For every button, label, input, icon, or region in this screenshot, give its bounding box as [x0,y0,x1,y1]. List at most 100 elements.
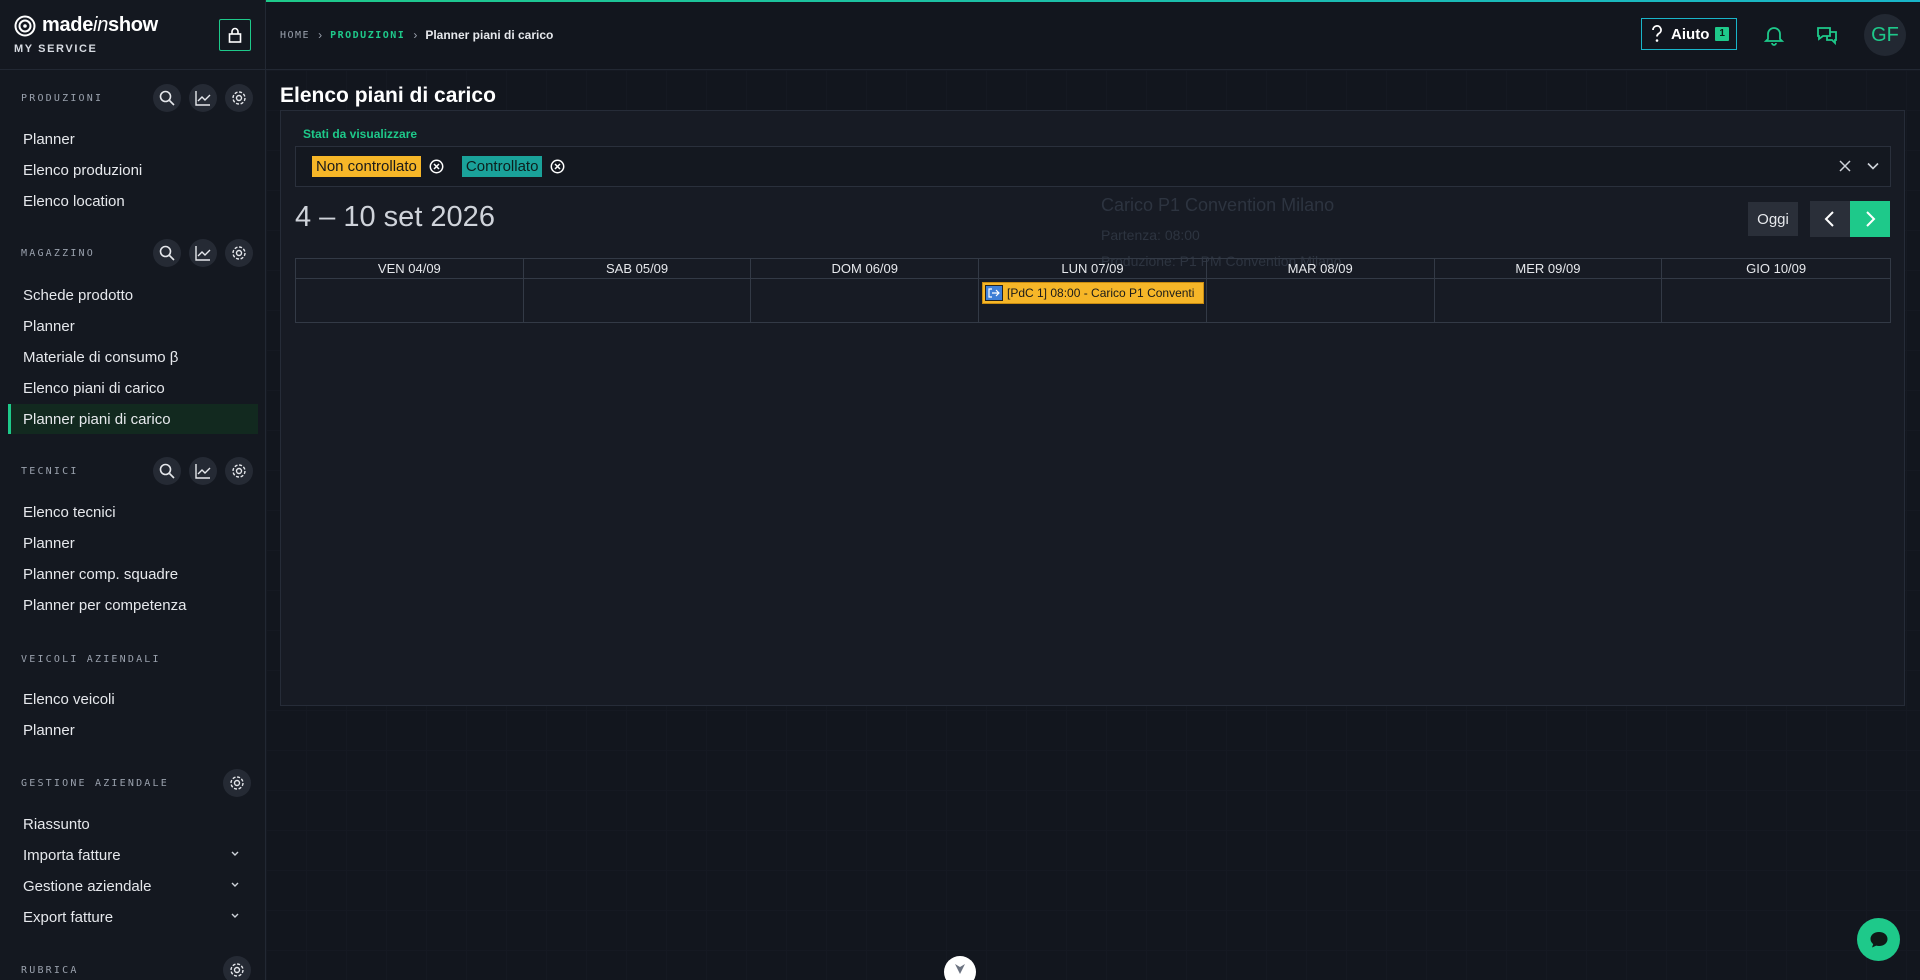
sidebar-item-importa-fatture[interactable]: Importa fatture [8,840,258,870]
sidebar-item-planner-produzioni[interactable]: Planner [8,124,258,154]
remove-tag-icon[interactable] [550,159,565,174]
bell-icon[interactable] [1762,23,1786,47]
brand-logo-icon [14,15,36,36]
trend-chart-icon [195,91,211,106]
chevron-left-icon [1824,211,1834,227]
sidebar-item-label: Schede prodotto [23,286,134,304]
sidebar-item-planner-competenza[interactable]: Planner per competenza [8,590,258,620]
gestione-settings-button[interactable] [223,769,251,797]
avatar[interactable]: GF [1864,14,1906,56]
sidebar-item-planner-veicoli[interactable]: Planner [8,715,258,745]
today-button[interactable]: Oggi [1748,202,1798,236]
day-header: VEN 04/09 [296,259,524,279]
help-button[interactable]: Aiuto 1 [1641,18,1737,50]
sidebar-item-planner-piani-carico[interactable]: Planner piani di carico [8,404,258,434]
sidebar-item-label: Planner [23,317,75,335]
sidebar-item-elenco-piani-carico[interactable]: Elenco piani di carico [8,373,258,403]
breadcrumb-separator: › [318,28,323,42]
remove-tag-icon[interactable] [429,159,444,174]
breadcrumb-separator: › [413,28,418,42]
tecnici-stats-button[interactable] [189,457,217,485]
status-filter-select[interactable]: Non controllato Controllato [295,146,1891,187]
chat-bubble-icon [1870,931,1887,947]
produzioni-search-button[interactable] [153,84,181,112]
sidebar-item-export-fatture[interactable]: Export fatture [8,902,258,932]
clear-icon[interactable] [1838,159,1852,173]
help-label: Aiuto [1671,25,1710,43]
sidebar-item-materiale-consumo[interactable]: Materiale di consumo β [8,342,258,372]
next-week-button[interactable] [1850,201,1890,237]
breadcrumb-home[interactable]: HOME [280,30,310,41]
chevron-down-icon[interactable] [1866,159,1880,173]
lock-icon [228,27,242,43]
sidebar-item-elenco-location[interactable]: Elenco location [8,186,258,216]
chevron-down-icon [231,882,239,887]
sidebar-item-label: Export fatture [23,908,114,926]
magazzino-settings-button[interactable] [225,239,253,267]
chat-fab-button[interactable] [1857,918,1900,961]
sidebar-item-label: Elenco tecnici [23,503,116,521]
tag-label: Controllato [461,156,543,177]
previous-week-button[interactable] [1810,201,1850,237]
lock-sidebar-button[interactable] [219,19,251,51]
sidebar-item-elenco-produzioni[interactable]: Elenco produzioni [8,155,258,185]
help-icon [1652,25,1662,42]
gear-icon [230,776,244,790]
sidebar-item-planner-magazzino[interactable]: Planner [8,311,258,341]
brand[interactable]: madeinshow MY SERVICE [14,14,158,55]
day-cell[interactable] [1662,279,1890,323]
tag-non-controllato: Non controllato [312,156,444,177]
magazzino-search-button[interactable] [153,239,181,267]
day-cell[interactable] [296,279,524,323]
breadcrumb-produzioni[interactable]: PRODUZIONI [330,30,405,41]
chevron-down-icon [231,913,239,918]
sidebar-item-gestione-aziendale[interactable]: Gestione aziendale [8,871,258,901]
sidebar-item-label: Riassunto [23,815,90,833]
chevron-down-icon [231,851,239,856]
sidebar-item-label: Planner [23,534,75,552]
day-cell[interactable] [751,279,980,323]
calendar-event[interactable]: [PdC 1] 08:00 - Carico P1 Conventi [982,282,1204,304]
brand-subtitle: MY SERVICE [14,43,98,55]
sidebar-item-elenco-veicoli[interactable]: Elenco veicoli [8,684,258,714]
sidebar-item-label: Elenco produzioni [23,161,143,179]
day-cell[interactable] [1207,279,1435,323]
day-header: GIO 10/09 [1662,259,1890,279]
sidebar-item-label: Elenco veicoli [23,690,115,708]
section-title-gestione: GESTIONE AZIENDALE [21,778,169,789]
sidebar-item-elenco-tecnici[interactable]: Elenco tecnici [8,497,258,527]
date-range-title: 4 – 10 set 2026 [295,201,495,233]
tag-label: Non controllato [312,156,421,177]
sidebar: madeinshow MY SERVICE PRODUZIONI Planner… [0,0,266,980]
page-title: Elenco piani di carico [280,84,496,107]
sidebar-item-riassunto[interactable]: Riassunto [8,809,258,839]
filter-label: Stati da visualizzare [303,127,418,141]
content-panel [280,110,1905,706]
produzioni-stats-button[interactable] [189,84,217,112]
produzioni-settings-button[interactable] [225,84,253,112]
sidebar-item-label: Planner comp. squadre [23,565,179,583]
load-arrow-icon [985,285,1003,301]
day-header: DOM 06/09 [751,259,980,279]
scroll-down-button[interactable] [944,956,976,980]
day-header: MAR 08/09 [1206,259,1435,279]
day-header: SAB 05/09 [523,259,752,279]
magazzino-stats-button[interactable] [189,239,217,267]
section-title-tecnici: TECNICI [21,466,79,477]
section-title-magazzino: MAGAZZINO [21,248,95,259]
sidebar-item-planner-tecnici[interactable]: Planner [8,528,258,558]
sidebar-item-schede-prodotto[interactable]: Schede prodotto [8,280,258,310]
sidebar-item-label: Importa fatture [23,846,121,864]
breadcrumb: HOME › PRODUZIONI › Planner piani di car… [280,28,553,42]
chevron-right-icon [1866,211,1876,227]
tecnici-settings-button[interactable] [225,457,253,485]
sidebar-item-label: Planner [23,721,75,739]
rubrica-settings-button[interactable] [223,956,251,980]
day-cell[interactable] [1435,279,1663,323]
gear-icon [232,464,246,478]
tag-controllato: Controllato [461,156,566,177]
tecnici-search-button[interactable] [153,457,181,485]
chat-bubbles-icon[interactable] [1815,23,1839,47]
sidebar-item-planner-comp-squadre[interactable]: Planner comp. squadre [8,559,258,589]
day-cell[interactable] [524,279,752,323]
